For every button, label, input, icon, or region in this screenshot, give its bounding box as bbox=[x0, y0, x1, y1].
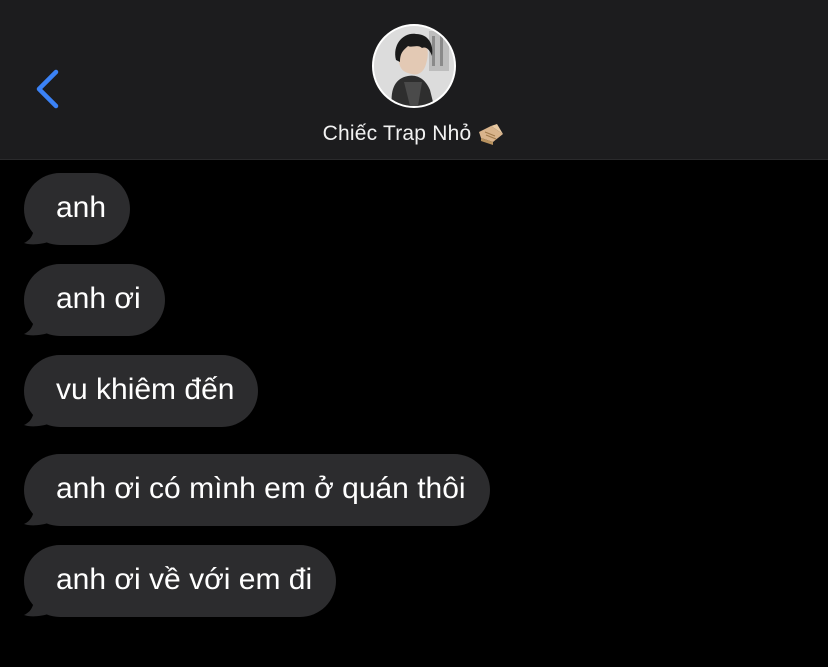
contact-name: Chiếc Trap Nhỏ bbox=[322, 122, 472, 145]
received-message-bubble[interactable]: anh ơi có mình em ở quán thôi bbox=[24, 454, 490, 526]
contact-photo bbox=[374, 26, 454, 106]
message-text: anh ơi có mình em ở quán thôi bbox=[56, 472, 466, 505]
received-message-bubble[interactable]: anh ơi về với em đi bbox=[24, 545, 337, 617]
contact-avatar[interactable] bbox=[372, 24, 456, 108]
message-row: anh ơi về với em đi bbox=[24, 545, 337, 617]
back-button[interactable] bbox=[28, 66, 68, 112]
message-text: vu khiêm đến bbox=[56, 373, 235, 406]
chevron-left-icon bbox=[36, 69, 59, 109]
message-row: anh ơi có mình em ở quán thôi bbox=[24, 454, 490, 526]
contact-name-row[interactable]: Chiếc Trap Nhỏ bbox=[0, 118, 828, 150]
message-text: anh bbox=[56, 191, 107, 224]
received-message-bubble[interactable]: anh ơi bbox=[24, 264, 165, 336]
received-message-bubble[interactable]: anh bbox=[24, 173, 131, 245]
received-message-bubble[interactable]: vu khiêm đến bbox=[24, 355, 259, 427]
message-row: anh ơi bbox=[24, 264, 165, 336]
message-text: anh ơi về với em đi bbox=[56, 563, 313, 596]
conversation-header: Chiếc Trap Nhỏ bbox=[0, 0, 828, 160]
message-list[interactable]: anh anh ơi vu khiêm đến anh ơi có mình e… bbox=[0, 160, 828, 667]
pointing-hand-icon bbox=[479, 124, 504, 145]
message-row: anh bbox=[24, 173, 131, 245]
message-row: vu khiêm đến bbox=[24, 355, 259, 427]
message-text: anh ơi bbox=[56, 282, 141, 315]
